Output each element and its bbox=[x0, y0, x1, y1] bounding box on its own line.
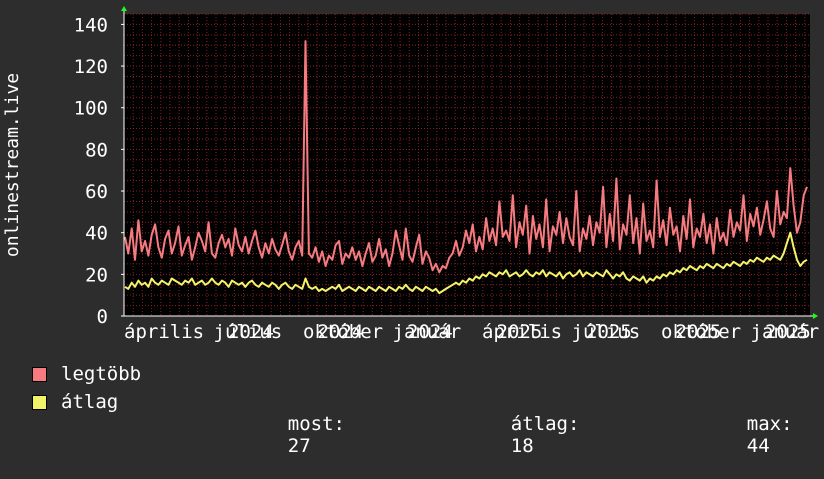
stat-current-label: most: bbox=[287, 413, 345, 435]
x-tick-year-label: 2025 bbox=[676, 321, 722, 343]
stat-average: átlag: 18 bbox=[465, 391, 580, 479]
y-axis-label: onlinestream.live bbox=[2, 73, 23, 257]
stat-maximum-label: max: bbox=[746, 413, 793, 435]
y-tick-label: 100 bbox=[74, 98, 108, 120]
x-tick-year-label: 2024 bbox=[318, 321, 364, 343]
y-tick-label: 40 bbox=[85, 223, 108, 245]
legend-item-avg: átlag bbox=[32, 391, 118, 413]
stat-maximum-value: 44 bbox=[746, 435, 770, 457]
y-tick-label: 60 bbox=[85, 181, 108, 203]
legend-label-max: legtöbb bbox=[61, 363, 142, 385]
y-tick-label: 140 bbox=[74, 14, 108, 36]
y-tick-label: 0 bbox=[97, 306, 108, 328]
legend-label-avg: átlag bbox=[61, 391, 119, 413]
x-axis-ticks: április július október január április július o… bbox=[124, 321, 819, 343]
x-tick-year-label: 2025 bbox=[765, 321, 811, 343]
stat-current: most: 27 bbox=[242, 391, 345, 479]
plot-background bbox=[124, 14, 810, 316]
y-axis-arrow bbox=[121, 6, 127, 11]
x-tick-label: április bbox=[124, 321, 204, 343]
x-axis-arrow bbox=[813, 313, 818, 319]
stat-average-label: átlag: bbox=[510, 413, 580, 435]
stat-maximum: max: 44 bbox=[701, 391, 793, 479]
legend-swatch-avg bbox=[32, 394, 47, 410]
x-tick-year-label: 2025 bbox=[497, 321, 543, 343]
x-tick-year-label: 2024 bbox=[407, 321, 453, 343]
stat-current-value: 27 bbox=[287, 435, 311, 457]
y-axis-ticks: 0 20 40 60 80 100 120 140 bbox=[74, 14, 124, 328]
y-tick-label: 120 bbox=[74, 56, 108, 78]
chart-panel: 0 20 40 60 80 100 120 140 április július október j… bbox=[0, 0, 824, 457]
legend-item-max: legtöbb bbox=[32, 363, 141, 385]
x-tick-year-label: 2025 bbox=[586, 321, 632, 343]
stat-average-value: 18 bbox=[510, 435, 534, 457]
line-chart: 0 20 40 60 80 100 120 140 április július október j… bbox=[2, 6, 819, 343]
x-tick-year-label: 2024 bbox=[228, 321, 274, 343]
legend-swatch-max bbox=[32, 366, 47, 382]
y-tick-label: 20 bbox=[85, 264, 108, 286]
y-tick-label: 80 bbox=[85, 139, 108, 161]
